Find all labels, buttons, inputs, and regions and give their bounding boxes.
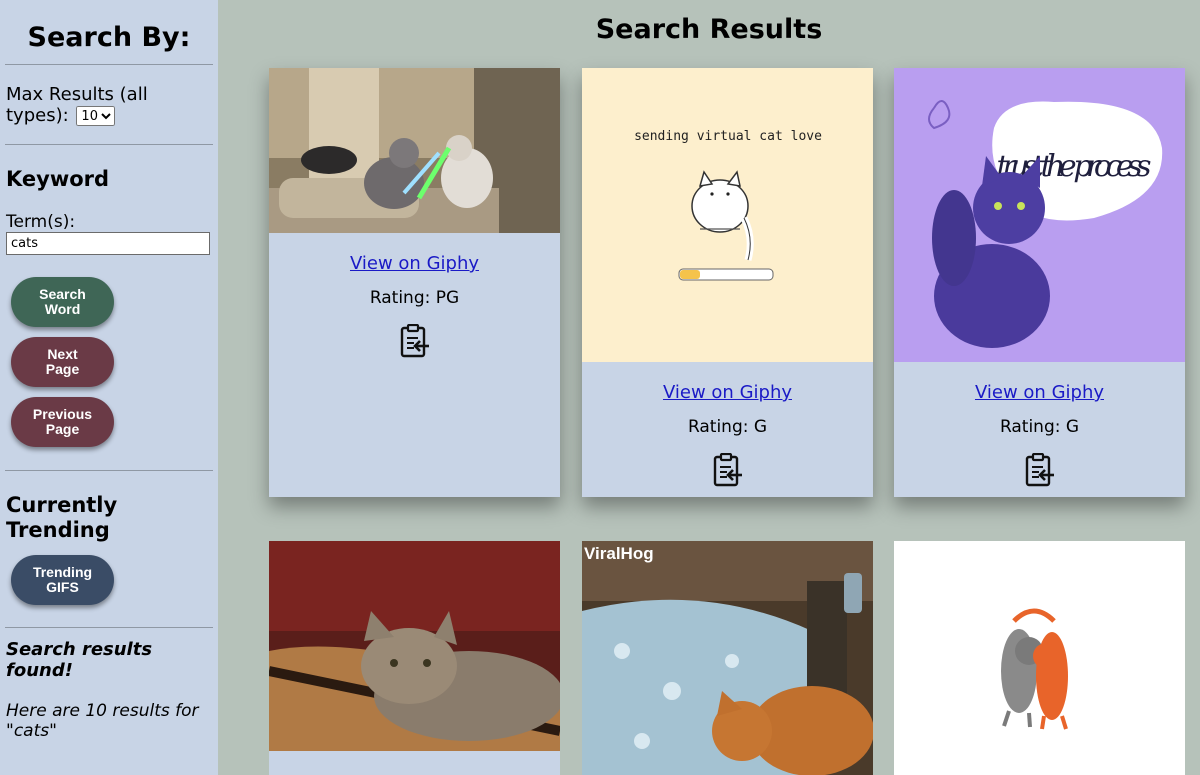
gif-image: sending virtual cat love <box>582 68 873 362</box>
gif-image <box>269 68 560 233</box>
divider <box>5 144 213 145</box>
previous-page-button[interactable]: Previous Page <box>11 397 114 447</box>
divider <box>5 64 213 65</box>
rating-text: Rating: G <box>999 417 1080 437</box>
gif-image <box>269 541 560 751</box>
view-on-giphy-link[interactable]: View on Giphy <box>350 253 479 274</box>
clipboard-copy-icon[interactable] <box>1025 453 1055 487</box>
trending-gifs-label: Trending GIFS <box>32 564 93 595</box>
rating-text: Rating: G <box>687 417 768 437</box>
view-on-giphy-link[interactable]: View on Giphy <box>663 382 792 403</box>
gif-card: View on Giphy Rating: PG <box>269 68 560 497</box>
keyword-heading: Keyword <box>6 167 110 191</box>
card-info: View on Giphy Rating: G <box>894 362 1185 487</box>
search-word-button[interactable]: Search Word <box>11 277 114 327</box>
clipboard-copy-icon[interactable] <box>400 324 430 358</box>
search-word-label: Search Word <box>39 286 86 317</box>
page-title: Search Results <box>595 14 823 45</box>
terms-label: Term(s): <box>6 212 76 232</box>
divider <box>5 627 213 628</box>
gif-card: ViralHog <box>582 541 873 775</box>
results-summary: Here are 10 results for "cats" <box>6 701 199 741</box>
gif-caption: sending virtual cat love <box>634 129 822 144</box>
next-page-label: Next Page <box>45 346 80 377</box>
results-status: Search results found! <box>6 639 153 681</box>
gif-image: trust the process <box>894 68 1185 362</box>
card-info: View on Giphy Rating: PG <box>269 233 560 358</box>
previous-page-label: Previous Page <box>32 406 93 437</box>
rating-text: Rating: PG <box>369 288 460 308</box>
max-results-select[interactable]: 10 <box>76 106 116 126</box>
terms-input[interactable] <box>6 232 210 255</box>
trending-gifs-button[interactable]: Trending GIFS <box>11 555 114 605</box>
gif-card: sending virtual cat love View on Giphy R… <box>582 68 873 497</box>
card-info: View on Giphy Rating: G <box>582 362 873 487</box>
gif-card <box>894 541 1185 775</box>
max-results-row: Max Results (all types): 10 <box>6 84 212 144</box>
view-on-giphy-link[interactable]: View on Giphy <box>975 382 1104 403</box>
clipboard-copy-icon[interactable] <box>713 453 743 487</box>
trending-heading: Currently Trending <box>6 493 118 542</box>
gif-image <box>894 541 1185 775</box>
gif-card: trust the process View on Giphy Rating: … <box>894 68 1185 497</box>
gif-card <box>269 541 560 775</box>
gif-watermark: ViralHog <box>584 544 654 563</box>
divider <box>5 470 213 471</box>
next-page-button[interactable]: Next Page <box>11 337 114 387</box>
gif-image: ViralHog <box>582 541 873 775</box>
sidebar-heading: Search By: <box>27 22 191 53</box>
sidebar: Search By: Max Results (all types): 10 K… <box>0 0 218 775</box>
